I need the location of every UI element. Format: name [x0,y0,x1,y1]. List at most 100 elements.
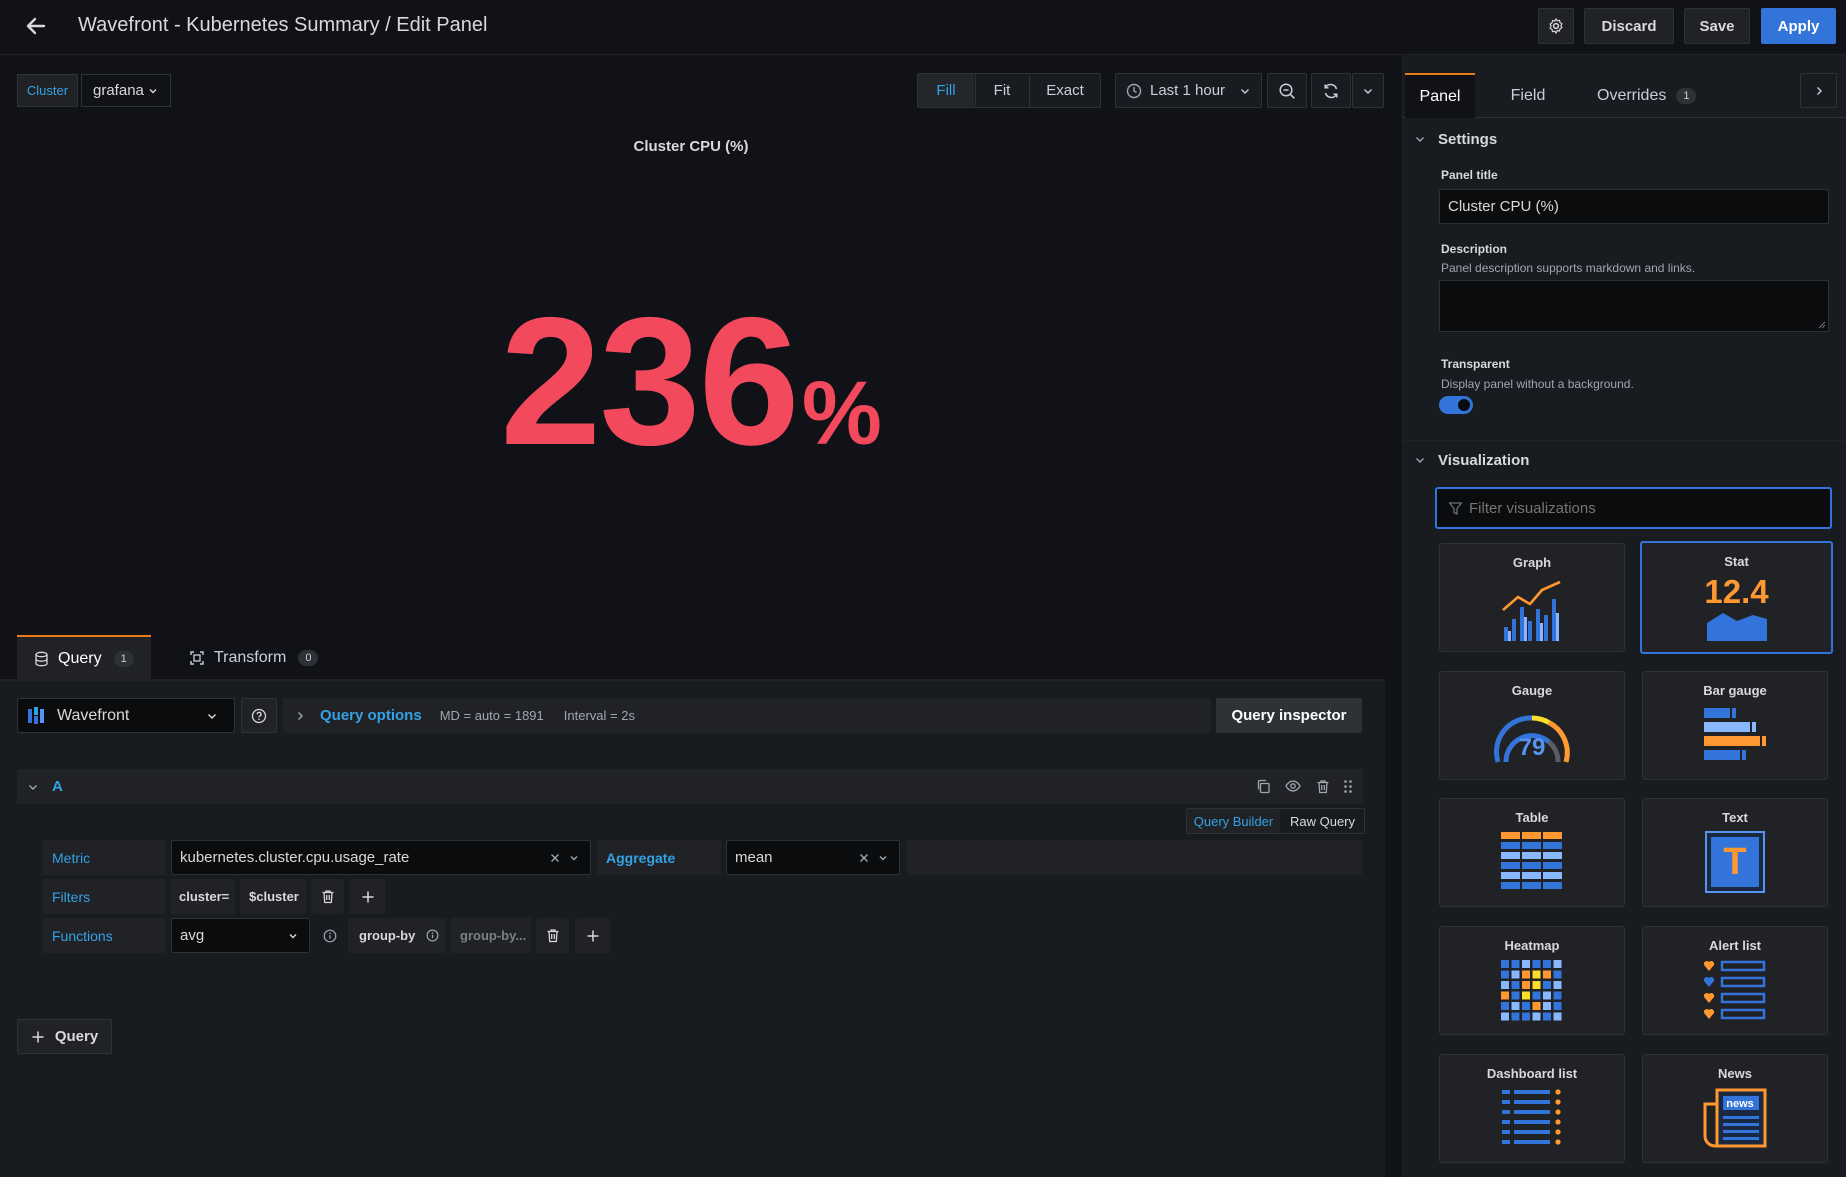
heatmap-cell [1501,960,1509,968]
arrow-left-icon [26,17,46,35]
visualization-section-header[interactable]: Visualization [1412,448,1832,472]
functions-label: Functions [43,918,165,953]
function-select[interactable]: avg [171,918,310,953]
metric-label: Metric [43,840,165,875]
filter-key[interactable]: cluster= [171,879,235,914]
exact-mode-button[interactable]: Exact [1029,74,1100,107]
apply-button[interactable]: Apply [1761,8,1836,44]
heatmap-cell [1532,991,1541,1000]
page-title: Wavefront - Kubernetes Summary / Edit Pa… [78,14,488,36]
refresh-icon [1324,83,1338,98]
chevron-down-icon [1416,458,1424,463]
query-row-header[interactable]: A [17,769,1363,804]
add-filter-button[interactable] [350,879,385,914]
add-function-button[interactable] [575,918,610,953]
add-query-button[interactable]: Query [17,1019,112,1054]
groupby-function[interactable]: group-by [348,918,446,953]
fill-mode-button[interactable]: Fill [918,74,974,107]
tab-panel[interactable]: Panel [1405,73,1475,118]
info-circle-icon [426,929,439,942]
vis-card-text-label: Text [1722,810,1748,825]
metric-select[interactable]: kubernetes.cluster.cpu.usage_rate [171,840,591,875]
tab-field[interactable]: Field [1490,73,1566,118]
vis-card-heatmap[interactable]: Heatmap [1439,926,1625,1035]
zoom-out-button[interactable] [1267,73,1307,108]
query-builder-mode-button[interactable]: Query Builder [1187,809,1280,833]
remove-filter-button[interactable] [311,879,344,914]
trash-icon [547,929,558,943]
tab-transform[interactable]: Transform 0 [172,635,332,680]
refresh-button[interactable] [1311,73,1351,108]
question-circle-icon [251,708,267,723]
vis-card-alert-list[interactable]: Alert list [1642,926,1828,1035]
vis-card-gauge[interactable]: Gauge 79 [1439,671,1625,780]
chevron-down-icon [570,855,578,860]
heatmap-cell [1511,960,1520,968]
plus-icon [32,1031,44,1042]
duplicate-query-button[interactable] [1252,775,1274,797]
tab-transform-count: 0 [298,649,319,666]
vis-card-gauge-label: Gauge [1511,683,1553,698]
settings-section-header[interactable]: Settings [1412,127,1832,151]
datasource-help-button[interactable] [241,698,277,733]
delete-query-button[interactable] [1312,775,1334,797]
vis-card-news[interactable]: News news [1642,1054,1828,1163]
transform-icon [190,650,204,665]
query-inspector-button[interactable]: Query inspector [1216,698,1362,733]
heatmap-cell [1543,1002,1551,1010]
section-divider [1402,440,1846,441]
time-range-picker[interactable]: Last 1 hour [1115,73,1262,108]
fit-mode-button[interactable]: Fit [975,74,1028,107]
heatmap-cell [1501,991,1509,1000]
discard-button[interactable]: Discard [1584,8,1674,44]
metric-value: kubernetes.cluster.cpu.usage_rate [180,849,410,866]
vis-card-graph[interactable]: Graph [1439,543,1625,652]
stat-number: 236 [500,279,800,483]
back-button[interactable] [18,10,54,42]
settings-section-title: Settings [1438,130,1498,148]
vis-card-text[interactable]: Text T [1642,798,1828,907]
query-options-bar[interactable]: Query options MD = auto = 1891 Interval … [283,698,1211,733]
tab-panel-label: Panel [1419,87,1461,105]
vis-card-dashboard-list[interactable]: Dashboard list [1439,1054,1625,1163]
groupby-input[interactable]: group-by... [451,918,531,953]
info-circle-icon [323,929,337,942]
collapse-options-button[interactable] [1800,73,1837,108]
vis-card-bar-gauge[interactable]: Bar gauge [1642,671,1828,780]
function-info-button[interactable] [315,918,345,953]
drag-query-handle[interactable] [1337,775,1359,797]
tab-query[interactable]: Query 1 [17,635,151,680]
filter-visualizations-field[interactable] [1469,499,1799,517]
cluster-variable-select[interactable]: grafana [81,74,171,107]
transparent-toggle[interactable] [1439,396,1473,414]
remove-function-button[interactable] [536,918,569,953]
refresh-interval-button[interactable] [1352,73,1384,108]
save-button[interactable]: Save [1684,8,1750,44]
chevron-down-icon [1364,88,1372,94]
vis-card-table-label: Table [1515,810,1549,825]
heatmap-cell [1522,960,1530,968]
toggle-query-visibility-button[interactable] [1282,775,1304,797]
aggregate-value: mean [735,849,773,866]
time-range-label: Last 1 hour [1150,82,1226,99]
panel-settings-button[interactable] [1538,8,1574,44]
resize-handle-icon[interactable] [1818,321,1826,329]
heatmap-cell [1522,991,1530,1000]
vis-card-table[interactable]: Table [1439,798,1625,907]
raw-query-mode-button[interactable]: Raw Query [1281,809,1364,833]
panel-title-input[interactable]: Cluster CPU (%) [1439,189,1829,224]
clear-icon[interactable] [550,853,560,863]
filters-label: Filters [43,879,165,914]
gauge-sample-value: 79 [1518,734,1546,761]
clock-icon [1126,83,1142,98]
clear-icon[interactable] [859,853,869,863]
tab-overrides[interactable]: Overrides 1 [1585,73,1705,118]
datasource-picker[interactable]: Wavefront [17,698,235,733]
stat-unit: % [801,364,882,464]
filter-visualizations-input[interactable] [1435,487,1832,529]
tab-overrides-label: Overrides [1597,86,1667,104]
vis-card-stat[interactable]: Stat 12.4 [1640,541,1833,654]
filter-value[interactable]: $cluster [240,879,306,914]
aggregate-select[interactable]: mean [726,840,900,875]
description-textarea[interactable] [1439,280,1829,332]
